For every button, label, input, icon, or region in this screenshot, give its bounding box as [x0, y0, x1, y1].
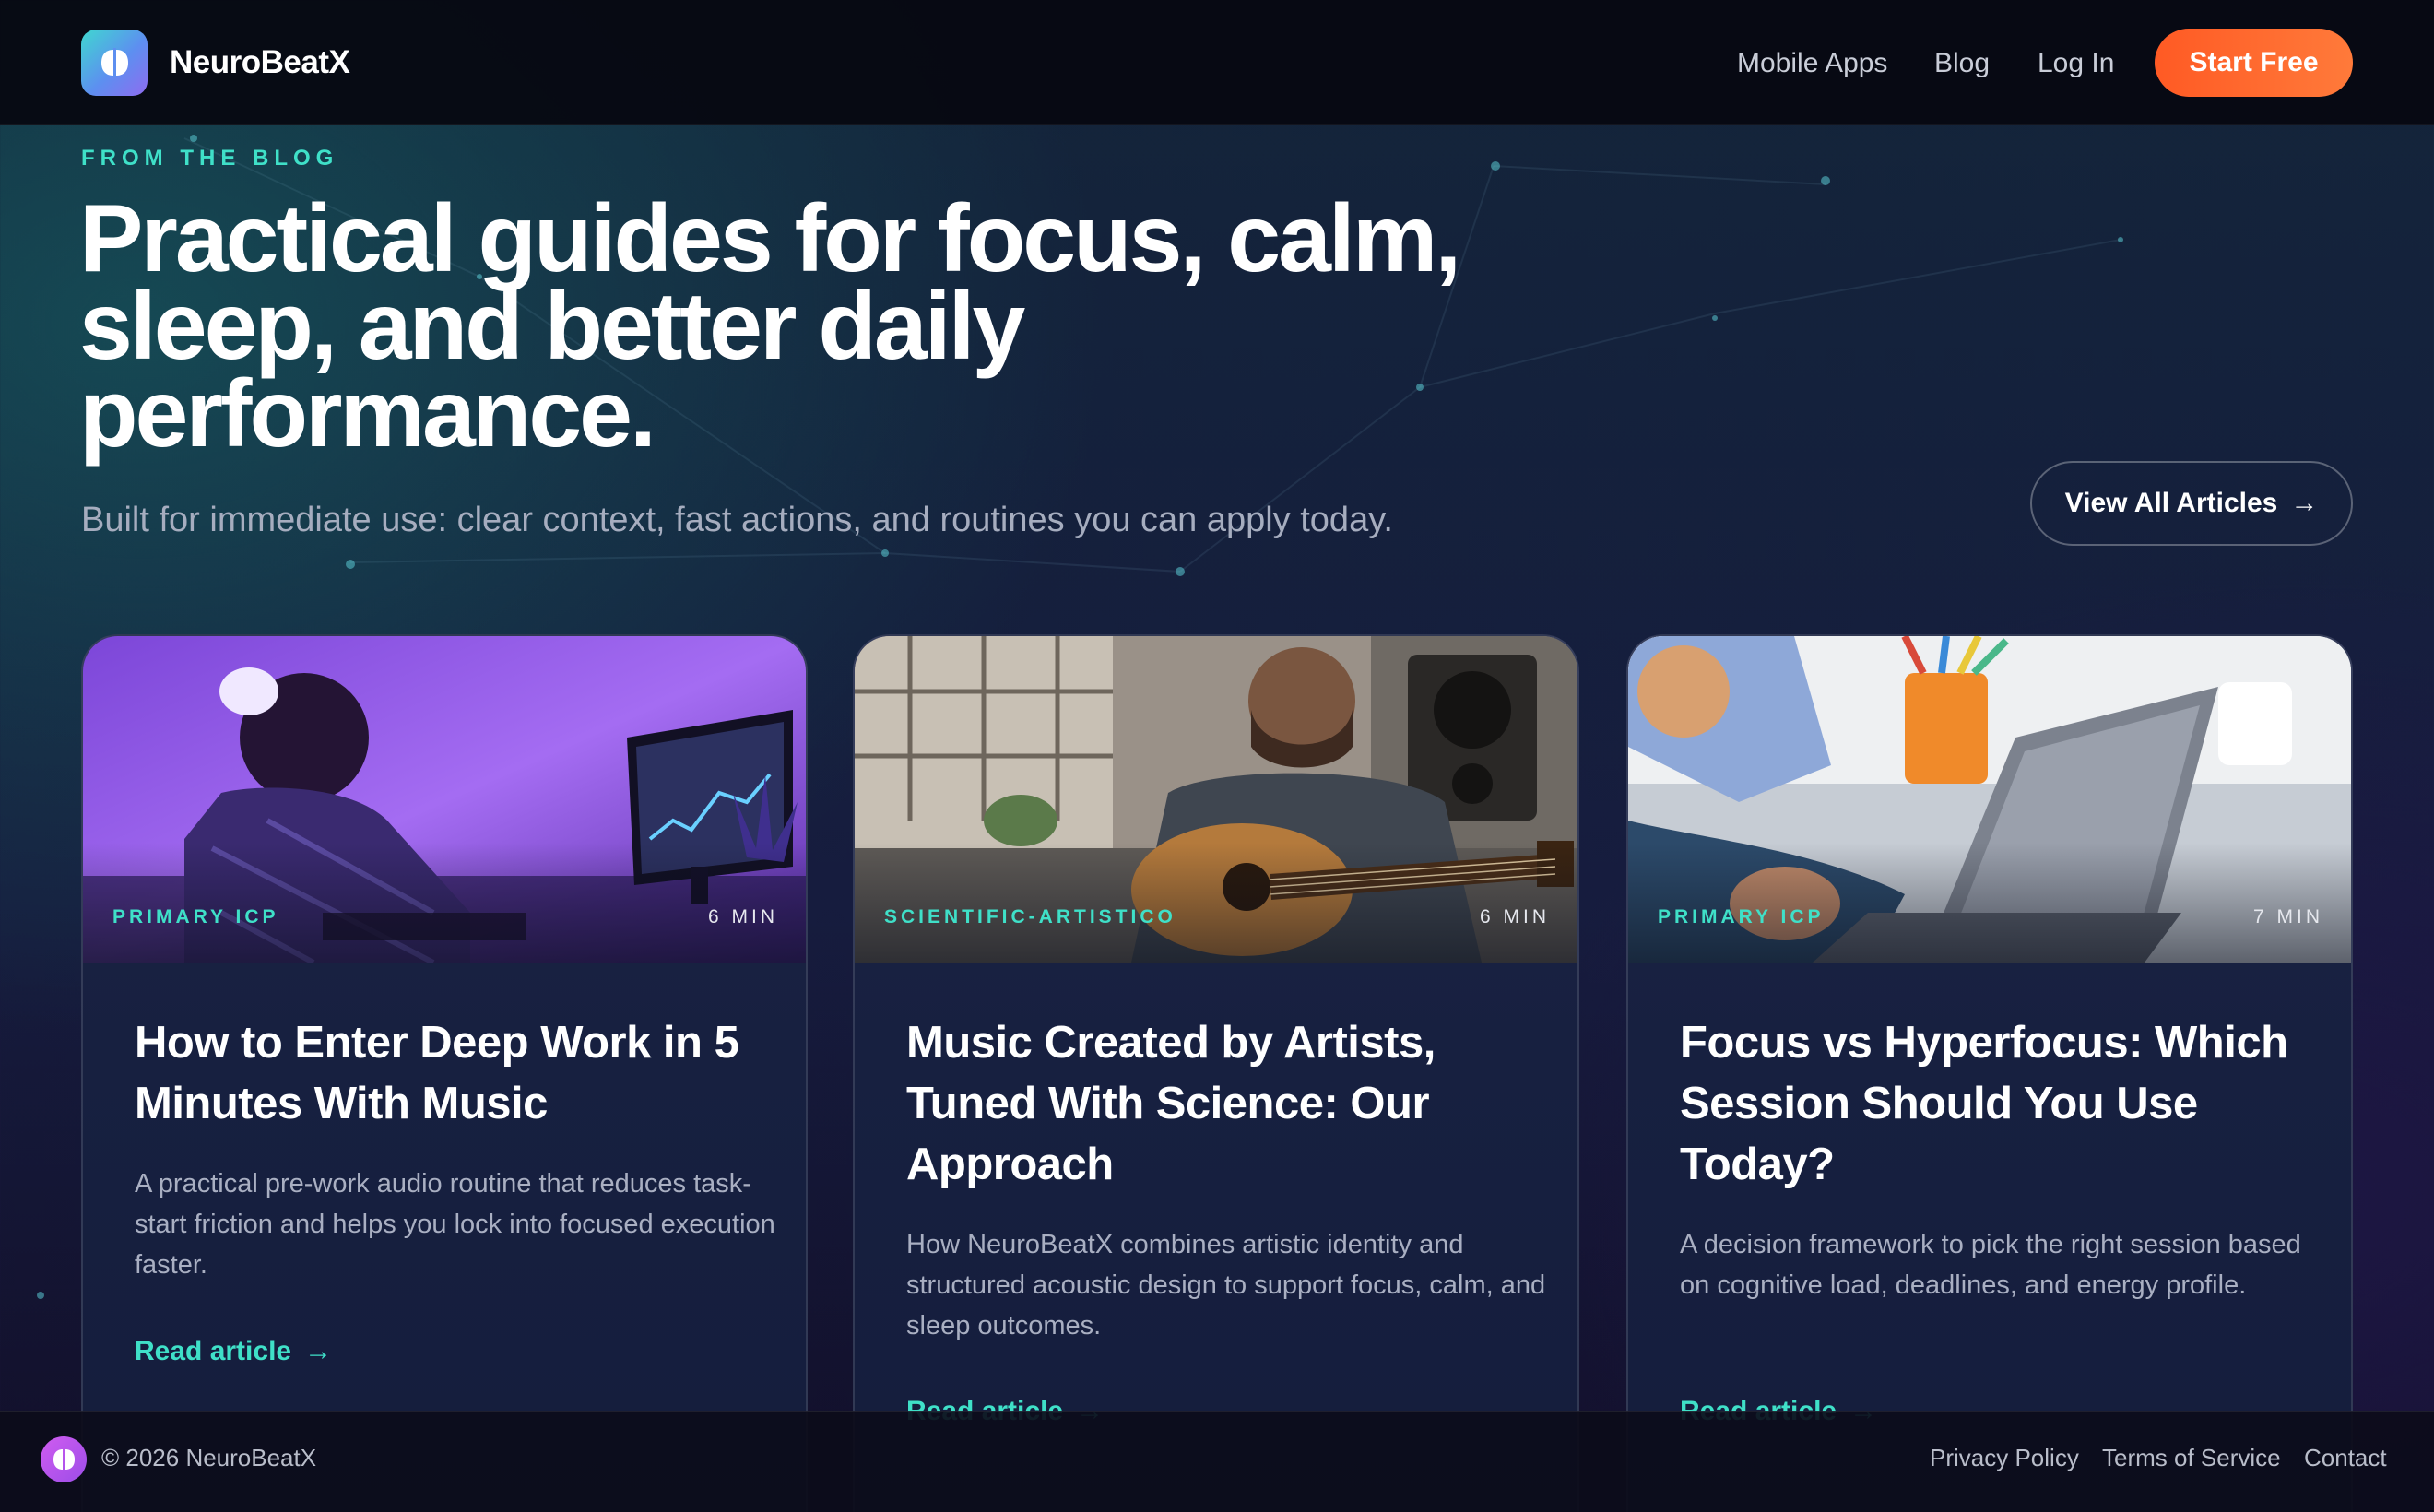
start-free-button[interactable]: Start Free: [2155, 29, 2353, 97]
article-image[interactable]: PRIMARY ICP 6 MIN: [83, 636, 806, 963]
article-description: A decision framework to pick the right s…: [1680, 1230, 2301, 1300]
nav-link-login[interactable]: Log In: [2038, 46, 2114, 81]
nav-link-blog[interactable]: Blog: [1934, 46, 1990, 81]
article-description: A practical pre-work audio routine that …: [135, 1169, 775, 1280]
nav-link-mobile-apps[interactable]: Mobile Apps: [1737, 46, 1887, 81]
footer-link-contact[interactable]: Contact: [2304, 1444, 2387, 1472]
image-shade: [855, 843, 1577, 963]
page-subtitle: Built for immediate use: clear context, …: [81, 501, 1393, 539]
article-category-tag: PRIMARY ICP: [112, 906, 279, 927]
arrow-right-icon: →: [304, 1336, 333, 1366]
image-shade: [83, 843, 806, 963]
footer-link-terms[interactable]: Terms of Service: [2102, 1444, 2281, 1472]
article-image[interactable]: PRIMARY ICP 7 MIN: [1628, 636, 2351, 963]
read-time: 6 MIN: [1479, 906, 1550, 927]
headline-line: performance.: [79, 360, 656, 467]
blog-eyebrow: FROM THE BLOG: [81, 146, 339, 171]
article-card[interactable]: PRIMARY ICP 6 MIN How to Enter Deep Work…: [81, 634, 808, 1512]
page-title: Practical guides for focus, calm, sleep,…: [79, 185, 1518, 467]
read-time: 6 MIN: [707, 906, 778, 927]
copyright-text: © 2026 NeuroBeatX: [101, 1444, 317, 1471]
image-shade: [1628, 843, 2351, 963]
top-nav: NeuroBeatX Mobile Apps Blog Log In Start…: [0, 0, 2434, 125]
arrow-right-icon: →: [2290, 488, 2319, 518]
headline-line: sleep, and better daily: [79, 273, 1025, 380]
read-article-link[interactable]: Read article →: [135, 1334, 332, 1369]
article-title[interactable]: How to Enter Deep Work in 5 Minutes With…: [135, 1012, 780, 1134]
view-all-label: View All Articles: [2064, 488, 2278, 518]
brand-name[interactable]: NeuroBeatX: [170, 44, 350, 81]
article-description: How NeuroBeatX combines artistic identit…: [906, 1230, 1546, 1341]
read-article-label: Read article: [135, 1336, 292, 1366]
article-image[interactable]: SCIENTIFIC-ARTISTICO 6 MIN: [855, 636, 1577, 963]
brand-logo[interactable]: [81, 30, 148, 96]
headline-line: Practical guides for focus, calm,: [79, 185, 1461, 292]
article-card[interactable]: PRIMARY ICP 7 MIN Focus vs Hyperfocus: W…: [1626, 634, 2353, 1512]
article-card[interactable]: SCIENTIFIC-ARTISTICO 6 MIN Music Created…: [853, 634, 1579, 1512]
footer-logo[interactable]: [41, 1436, 87, 1482]
footer-link-privacy[interactable]: Privacy Policy: [1930, 1444, 2079, 1472]
brain-icon: [53, 1449, 75, 1470]
article-title[interactable]: Focus vs Hyperfocus: Which Session Shoul…: [1680, 1012, 2325, 1195]
article-category-tag: PRIMARY ICP: [1658, 906, 1825, 927]
article-category-tag: SCIENTIFIC-ARTISTICO: [884, 906, 1176, 927]
read-time: 7 MIN: [2252, 906, 2323, 927]
view-all-articles-button[interactable]: View All Articles →: [2030, 461, 2353, 546]
brain-icon: [101, 48, 128, 77]
article-title[interactable]: Music Created by Artists, Tuned With Sci…: [906, 1012, 1552, 1195]
footer: © 2026 NeuroBeatX Privacy Policy Terms o…: [0, 1411, 2434, 1512]
